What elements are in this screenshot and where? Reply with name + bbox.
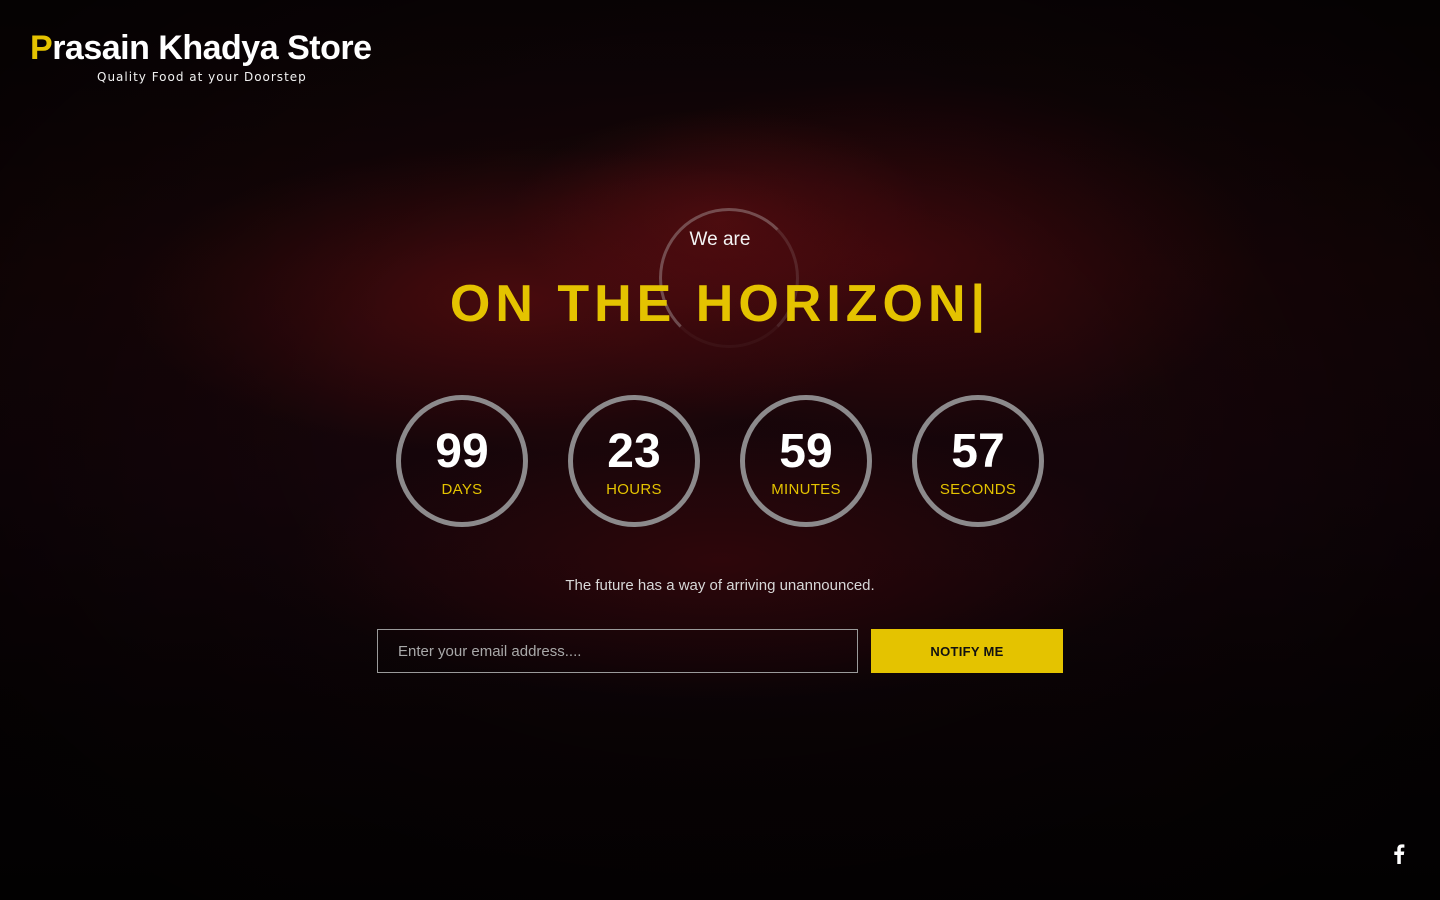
countdown-value: 23: [607, 424, 661, 478]
brand-initial: P: [30, 29, 53, 67]
countdown-hours: 23 HOURS: [568, 395, 700, 527]
countdown-label: DAYS: [441, 480, 483, 498]
countdown-value: 99: [435, 424, 489, 478]
countdown-label: HOURS: [606, 480, 662, 498]
notify-form: NOTIFY ME: [377, 629, 1063, 673]
countdown: 99 DAYS 23 HOURS 59 MINUTES 57 SECONDS: [396, 395, 1044, 527]
countdown-seconds: 57 SECONDS: [912, 395, 1044, 527]
facebook-link[interactable]: [1388, 842, 1410, 866]
countdown-value: 59: [779, 424, 833, 478]
countdown-minutes: 59 MINUTES: [740, 395, 872, 527]
countdown-label: SECONDS: [939, 480, 1017, 498]
brand[interactable]: Prasain Khadya Store Quality Food at you…: [30, 28, 372, 84]
hero-headline: ON THE HORIZON|: [449, 275, 991, 333]
brand-tagline: Quality Food at your Doorstep: [97, 70, 307, 84]
brand-name: rasain Khadya Store: [52, 29, 372, 67]
countdown-days: 99 DAYS: [396, 395, 528, 527]
email-input[interactable]: [377, 629, 858, 673]
launch-message: The future has a way of arriving unannou…: [565, 577, 875, 594]
hero-intro: We are: [689, 229, 751, 250]
countdown-value: 57: [951, 424, 1005, 478]
notify-me-button[interactable]: NOTIFY ME: [871, 629, 1063, 673]
facebook-icon: [1394, 844, 1405, 864]
countdown-label: MINUTES: [771, 480, 841, 498]
brand-title: Prasain Khadya Store: [30, 28, 372, 68]
